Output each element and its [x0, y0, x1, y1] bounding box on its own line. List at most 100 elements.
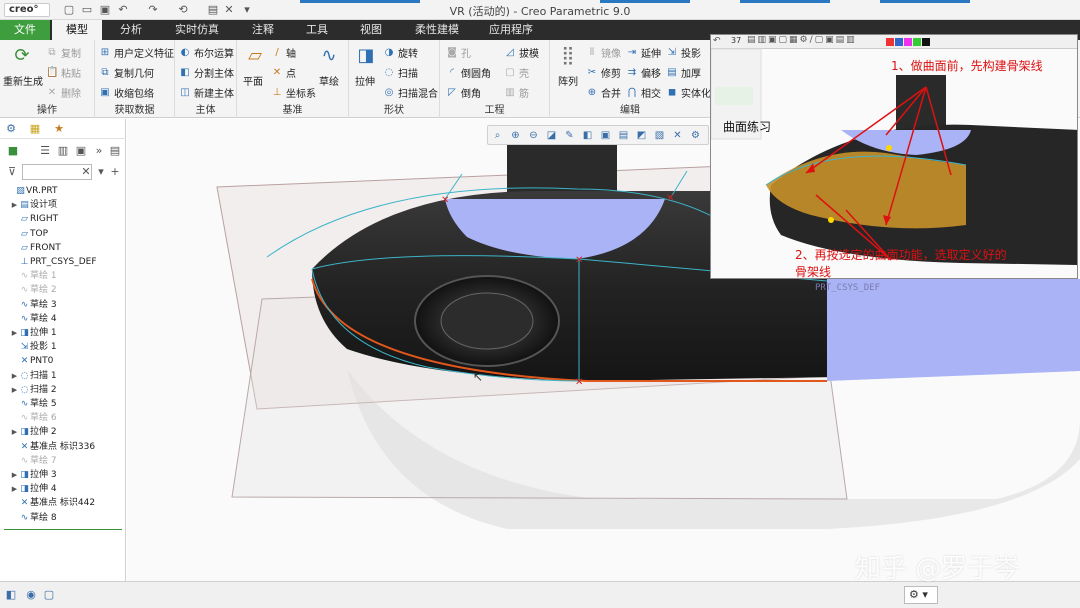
display-style-icon[interactable]: ◧: [581, 129, 594, 142]
tab-analysis[interactable]: 分析: [108, 20, 154, 40]
perspective-icon[interactable]: ◩: [635, 129, 648, 142]
tree-filter-icon[interactable]: ▥: [56, 144, 70, 158]
tree-expand-icon[interactable]: »: [92, 144, 106, 158]
tree-item[interactable]: ⇲ 投影 1: [10, 341, 57, 354]
delete-button[interactable]: ✕ 删除: [46, 85, 81, 101]
tree-item[interactable]: ▱ TOP: [10, 228, 48, 241]
tab-live-simulation[interactable]: 实时仿真: [166, 20, 228, 40]
revolve-button[interactable]: ◑ 旋转: [383, 45, 418, 61]
tree-item[interactable]: ∿ 草绘 1: [10, 270, 57, 283]
hole-button[interactable]: ◙ 孔: [446, 45, 471, 61]
tab-tools[interactable]: 工具: [294, 20, 340, 40]
draft-button[interactable]: ◿ 拔模: [504, 45, 539, 61]
point-button[interactable]: ✕ 点: [271, 65, 296, 81]
tree-item[interactable]: ∿ 草绘 6: [10, 412, 57, 425]
tree-item[interactable]: ▶ ▤设计项: [10, 199, 57, 212]
new-body-button[interactable]: ◫ 新建主体: [179, 85, 234, 101]
shrinkwrap-button[interactable]: ▣ 收缩包络: [99, 85, 154, 101]
project-button[interactable]: ⇲ 投影: [666, 45, 701, 61]
expand-arrow-icon[interactable]: ▶: [10, 199, 19, 212]
add-column-icon[interactable]: +: [108, 165, 122, 179]
plane-button[interactable]: 平面: [243, 73, 263, 88]
tab-model[interactable]: 模型: [52, 20, 102, 40]
regenerate-button[interactable]: 重新生成: [3, 73, 43, 88]
tree-item[interactable]: ▧VR.PRT: [6, 185, 57, 198]
spin-center-icon[interactable]: ✎: [563, 129, 576, 142]
datum-display-icon[interactable]: ✕: [671, 129, 684, 142]
tree-notes-icon[interactable]: ▤: [108, 144, 122, 158]
pattern-button[interactable]: 阵列: [558, 73, 578, 88]
browser-toggle-icon[interactable]: ◉: [24, 588, 38, 602]
extrude-button[interactable]: 拉伸: [355, 73, 375, 88]
section-icon[interactable]: ▧: [653, 129, 666, 142]
tab-view[interactable]: 视图: [348, 20, 394, 40]
tree-item[interactable]: ▶ ◌ 扫描 1: [10, 370, 57, 383]
tree-item[interactable]: ∿ 草绘 2: [10, 284, 57, 297]
thicken-button[interactable]: ▤ 加厚: [666, 65, 701, 81]
tab-applications[interactable]: 应用程序: [480, 20, 542, 40]
tree-item[interactable]: ▱ FRONT: [10, 242, 61, 255]
tree-item[interactable]: ▶ ◨拉伸 2: [10, 426, 57, 439]
tree-show-icon[interactable]: ▣: [74, 144, 88, 158]
mirror-button[interactable]: ⫴ 镜像: [586, 45, 621, 61]
tab-annotate[interactable]: 注释: [240, 20, 286, 40]
selection-filter-dropdown[interactable]: ⚙ ▾: [904, 586, 938, 604]
tree-item[interactable]: ▱ RIGHT: [10, 213, 58, 226]
paste-button[interactable]: 📋 粘贴: [46, 65, 81, 81]
tree-item[interactable]: ▶ ◨拉伸 1: [10, 327, 57, 340]
expand-arrow-icon[interactable]: ▶: [10, 327, 19, 340]
clear-search-icon[interactable]: ✕: [79, 165, 93, 179]
view-manager-icon[interactable]: ▤: [617, 129, 630, 142]
insert-here-marker[interactable]: [4, 529, 122, 530]
round-button[interactable]: ◜ 倒圆角: [446, 65, 491, 81]
tree-item[interactable]: ▶ ◨拉伸 3: [10, 469, 57, 482]
expand-arrow-icon[interactable]: ▶: [10, 469, 19, 482]
folder-browser-tab-icon[interactable]: ▦: [28, 122, 42, 136]
copy-button[interactable]: ⧉ 复制: [46, 45, 81, 61]
solidify-button[interactable]: ◼ 实体化: [666, 85, 711, 101]
offset-button[interactable]: ⇉ 偏移: [626, 65, 661, 81]
axis-button[interactable]: / 轴: [271, 45, 296, 61]
filter-icon[interactable]: ⊽: [5, 165, 19, 179]
tree-item[interactable]: ∿ 草绘 8: [10, 512, 57, 525]
tree-settings-icon[interactable]: ■: [6, 144, 20, 158]
refit-icon[interactable]: ⌕: [491, 129, 504, 142]
annotation-display-icon[interactable]: ⚙: [689, 129, 702, 142]
zoom-in-icon[interactable]: ⊕: [509, 129, 522, 142]
tree-item[interactable]: ✕ PNT0: [10, 355, 54, 368]
chamfer-button[interactable]: ◸ 倒角: [446, 85, 481, 101]
search-dropdown-icon[interactable]: ▾: [94, 165, 108, 179]
expand-arrow-icon[interactable]: ▶: [10, 426, 19, 439]
boolean-button[interactable]: ◐ 布尔运算: [179, 45, 234, 61]
tree-item[interactable]: ✕ 基准点 标识442: [10, 497, 95, 510]
zoom-out-icon[interactable]: ⊖: [527, 129, 540, 142]
tree-item[interactable]: ▶ ◨拉伸 4: [10, 483, 57, 496]
expand-arrow-icon[interactable]: ▶: [10, 483, 19, 496]
favorites-tab-icon[interactable]: ★: [52, 122, 66, 136]
intersect-button[interactable]: ⋂ 相交: [626, 85, 661, 101]
swept-blend-button[interactable]: ◎ 扫描混合: [383, 85, 438, 101]
csys-button[interactable]: ⊥ 坐标系: [271, 85, 316, 101]
tree-item[interactable]: ∿ 草绘 5: [10, 398, 57, 411]
sweep-button[interactable]: ◌ 扫描: [383, 65, 418, 81]
model-tree-tab-icon[interactable]: ⚙: [4, 122, 18, 136]
tab-flexible-modeling[interactable]: 柔性建模: [406, 20, 468, 40]
udf-button[interactable]: ⊞ 用户定义特征: [99, 45, 174, 61]
expand-arrow-icon[interactable]: ▶: [10, 370, 19, 383]
extend-button[interactable]: ⇥ 延伸: [626, 45, 661, 61]
tree-item[interactable]: ∿ 草绘 3: [10, 299, 57, 312]
copy-geometry-button[interactable]: ⧉ 复制几何: [99, 65, 154, 81]
merge-button[interactable]: ⊕ 合并: [586, 85, 621, 101]
rib-button[interactable]: ▥ 筋: [504, 85, 529, 101]
split-body-button[interactable]: ◧ 分割主体: [179, 65, 234, 81]
tree-item[interactable]: ∿ 草绘 7: [10, 455, 57, 468]
fullscreen-icon[interactable]: ▢: [42, 588, 56, 602]
tree-item[interactable]: ✕ 基准点 标识336: [10, 441, 95, 454]
tree-columns-icon[interactable]: ☰: [38, 144, 52, 158]
tree-item[interactable]: ∿ 草绘 4: [10, 313, 57, 326]
saved-views-icon[interactable]: ▣: [599, 129, 612, 142]
navigator-toggle-icon[interactable]: ◧: [4, 588, 18, 602]
shell-button[interactable]: ▢ 壳: [504, 65, 529, 81]
repaint-icon[interactable]: ◪: [545, 129, 558, 142]
sketch-button[interactable]: 草绘: [319, 73, 339, 88]
